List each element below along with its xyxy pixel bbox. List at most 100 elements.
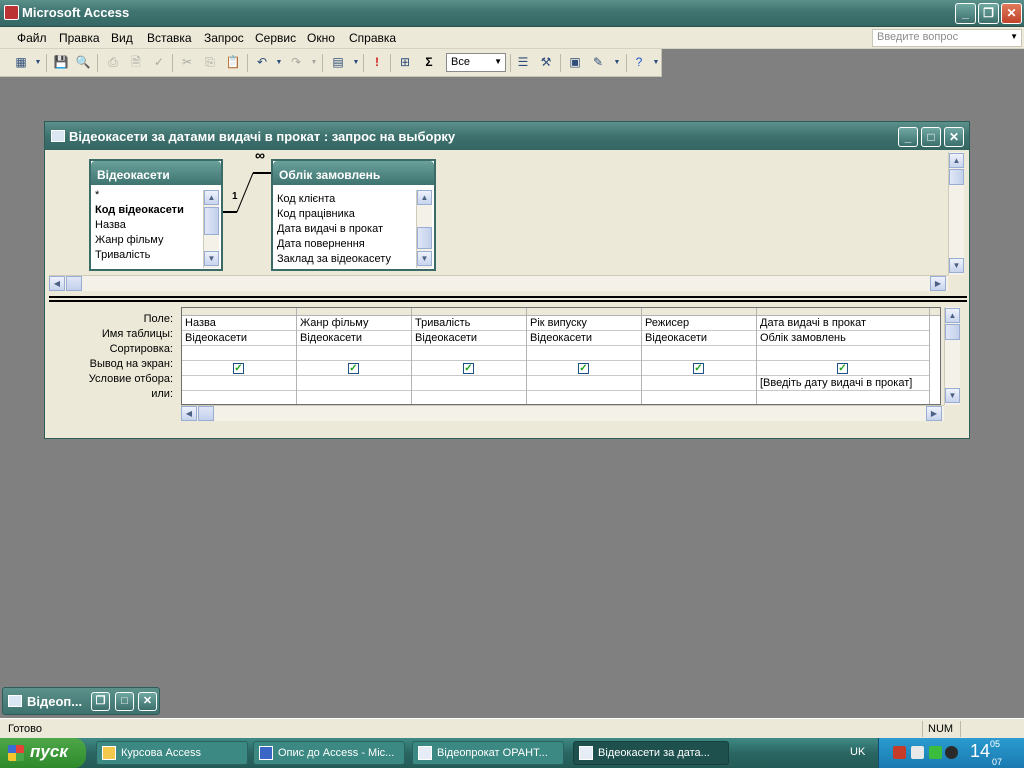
column-selector[interactable] bbox=[642, 308, 756, 316]
field-cell[interactable]: Дата видачі в прокат bbox=[757, 316, 929, 331]
or-cell[interactable] bbox=[527, 391, 641, 404]
or-cell[interactable] bbox=[757, 391, 929, 404]
display-icon[interactable] bbox=[929, 746, 942, 759]
totals-icon[interactable]: Σ bbox=[420, 54, 438, 71]
show-checkbox[interactable]: ✓ bbox=[693, 363, 704, 374]
print-icon[interactable]: ⎙ bbox=[104, 54, 122, 71]
minimize-button[interactable]: _ bbox=[955, 3, 976, 24]
view-dropdown-icon[interactable]: ▼ bbox=[29, 54, 47, 71]
restore-button[interactable]: ❐ bbox=[91, 692, 110, 711]
grid-vscroll[interactable]: ▲ ▼ bbox=[944, 307, 960, 405]
taskbar-item[interactable]: Курсова Access bbox=[96, 741, 248, 765]
table-cell[interactable]: Відеокасети bbox=[412, 331, 526, 346]
show-table-icon[interactable]: ⊞ bbox=[396, 54, 414, 71]
taskbar-item[interactable]: Відеопрокат ОРАНТ... bbox=[412, 741, 564, 765]
scroll-thumb[interactable] bbox=[204, 207, 219, 235]
scroll-right-icon[interactable]: ▶ bbox=[930, 276, 946, 291]
run-icon[interactable]: ! bbox=[368, 54, 386, 71]
search-file-icon[interactable]: 🔍 bbox=[74, 54, 92, 71]
column-selector[interactable] bbox=[757, 308, 929, 316]
column-selector[interactable] bbox=[297, 308, 411, 316]
close-button[interactable]: ✕ bbox=[138, 692, 157, 711]
save-icon[interactable]: 💾 bbox=[52, 54, 70, 71]
grid-column[interactable]: Режисер Відеокасети ✓ bbox=[642, 308, 757, 404]
new-object-icon[interactable]: ✎ bbox=[589, 54, 607, 71]
table-cell[interactable]: Відеокасети bbox=[182, 331, 296, 346]
table-pane-hscroll[interactable]: ◀ ▶ bbox=[49, 275, 948, 291]
scroll-left-icon[interactable]: ◀ bbox=[49, 276, 65, 291]
access-app-icon[interactable] bbox=[4, 5, 19, 20]
cut-icon[interactable]: ✂ bbox=[178, 54, 196, 71]
ask-question-box[interactable]: Введите вопрос ▼ bbox=[872, 29, 1022, 47]
pane-splitter[interactable] bbox=[49, 296, 967, 302]
field-list-item[interactable]: Код клієнта bbox=[277, 192, 391, 207]
minimized-database-window[interactable]: Відеоп... ❐ □ ✕ bbox=[2, 687, 160, 715]
grid-column[interactable]: Назва Відеокасети ✓ bbox=[182, 308, 297, 404]
show-checkbox[interactable]: ✓ bbox=[463, 363, 474, 374]
grid-column[interactable]: Тривалість Відеокасети ✓ bbox=[412, 308, 527, 404]
query-maximize-button[interactable]: □ bbox=[921, 127, 941, 147]
menu-insert[interactable]: Вставка bbox=[147, 31, 192, 45]
clock[interactable]: 1405 07 bbox=[970, 739, 1002, 767]
field-list-item[interactable]: Заклад за відеокасету bbox=[277, 252, 391, 267]
show-checkbox[interactable]: ✓ bbox=[578, 363, 589, 374]
network-icon[interactable] bbox=[893, 746, 906, 759]
field-list-item[interactable]: Жанр фільму bbox=[95, 233, 184, 248]
grid-column[interactable]: Жанр фільму Відеокасети ✓ bbox=[297, 308, 412, 404]
taskbar-item[interactable]: Опис до Access - Mic... bbox=[253, 741, 405, 765]
or-cell[interactable] bbox=[412, 391, 526, 404]
scroll-right-icon[interactable]: ▶ bbox=[926, 406, 942, 421]
or-cell[interactable] bbox=[297, 391, 411, 404]
column-selector[interactable] bbox=[412, 308, 526, 316]
taskbar-item-active[interactable]: Відеокасети за дата... bbox=[573, 741, 729, 765]
scroll-thumb[interactable] bbox=[417, 227, 432, 249]
query-close-button[interactable]: ✕ bbox=[944, 127, 964, 147]
table-cell[interactable]: Облік замовлень bbox=[757, 331, 929, 346]
sort-cell[interactable] bbox=[642, 346, 756, 361]
field-list-item[interactable]: Код відеокасети bbox=[95, 203, 184, 218]
menu-view[interactable]: Вид bbox=[111, 31, 133, 45]
scroll-up-icon[interactable]: ▲ bbox=[204, 190, 219, 205]
field-list-item[interactable]: Дата видачі в прокат bbox=[277, 222, 391, 237]
menu-tools[interactable]: Сервис bbox=[255, 31, 296, 45]
field-list-item[interactable]: Назва bbox=[95, 218, 184, 233]
properties-icon[interactable]: ☰ bbox=[514, 54, 532, 71]
menu-help[interactable]: Справка bbox=[349, 31, 396, 45]
menu-window[interactable]: Окно bbox=[307, 31, 335, 45]
query-type-icon[interactable]: ▤ bbox=[329, 54, 347, 71]
field-cell[interactable]: Режисер bbox=[642, 316, 756, 331]
scroll-down-icon[interactable]: ▼ bbox=[417, 251, 432, 266]
help-icon[interactable]: ? bbox=[630, 54, 648, 71]
field-cell[interactable]: Жанр фільму bbox=[297, 316, 411, 331]
start-button[interactable]: пуск bbox=[0, 738, 86, 768]
criteria-cell[interactable] bbox=[412, 376, 526, 391]
close-button[interactable]: ✕ bbox=[1001, 3, 1022, 24]
scroll-down-icon[interactable]: ▼ bbox=[945, 388, 960, 403]
table-cell[interactable]: Відеокасети bbox=[642, 331, 756, 346]
field-cell[interactable]: Тривалість bbox=[412, 316, 526, 331]
field-list-item[interactable]: Дата повернення bbox=[277, 237, 391, 252]
spelling-icon[interactable]: ✓ bbox=[150, 54, 168, 71]
scroll-thumb[interactable] bbox=[66, 276, 82, 291]
scroll-up-icon[interactable]: ▲ bbox=[945, 308, 960, 323]
show-checkbox[interactable]: ✓ bbox=[348, 363, 359, 374]
table-order-records[interactable]: Облік замовлень Код клієнта Код працівни… bbox=[271, 159, 436, 271]
undo-icon[interactable]: ↶ bbox=[253, 54, 271, 71]
sort-cell[interactable] bbox=[527, 346, 641, 361]
field-cell[interactable]: Назва bbox=[182, 316, 296, 331]
column-selector[interactable] bbox=[930, 308, 940, 316]
menu-edit[interactable]: Правка bbox=[59, 31, 100, 45]
scroll-down-icon[interactable]: ▼ bbox=[204, 251, 219, 266]
scroll-down-icon[interactable]: ▼ bbox=[949, 258, 964, 273]
field-list-scrollbar[interactable]: ▲ ▼ bbox=[203, 190, 219, 268]
view-icon[interactable]: ▦ bbox=[12, 54, 30, 71]
scroll-thumb[interactable] bbox=[198, 406, 214, 421]
field-list-item[interactable]: * bbox=[95, 188, 184, 203]
sort-cell[interactable] bbox=[757, 346, 929, 361]
table-videocassettes[interactable]: Відеокасети * Код відеокасети Назва Жанр… bbox=[89, 159, 223, 271]
top-values-select[interactable]: Все ▼ bbox=[446, 53, 506, 72]
criteria-cell[interactable] bbox=[182, 376, 296, 391]
media-icon[interactable] bbox=[945, 746, 958, 759]
sort-cell[interactable] bbox=[182, 346, 296, 361]
volume-icon[interactable] bbox=[911, 746, 924, 759]
